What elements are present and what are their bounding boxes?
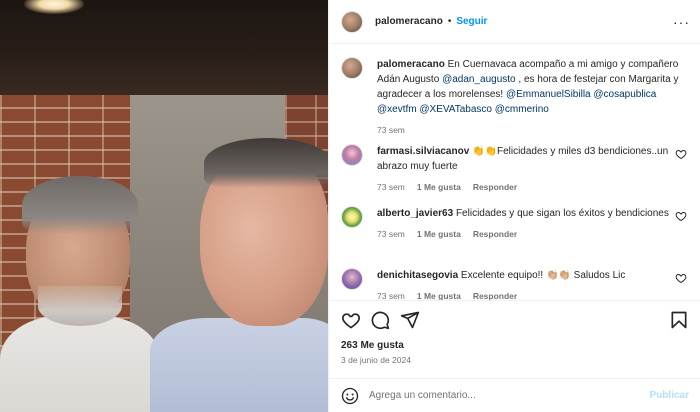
mention-link[interactable]: @cosapublica bbox=[593, 89, 656, 100]
instagram-post: palomeracano • Seguir ··· palomeracano E… bbox=[0, 0, 700, 412]
photo-person-left-beard bbox=[38, 286, 122, 326]
comment-body: farmasi.silviacanov 👏👏Felicidades y mile… bbox=[377, 144, 677, 195]
comment-likes[interactable]: 1 Me gusta bbox=[417, 227, 461, 242]
header-separator: • bbox=[447, 16, 452, 27]
commenter-avatar[interactable] bbox=[341, 144, 363, 166]
mention-link[interactable]: @adan_augusto bbox=[442, 74, 516, 85]
photo-person-left-body bbox=[0, 315, 160, 412]
author-username[interactable]: palomeracano bbox=[375, 16, 443, 27]
comment-like-heart-icon[interactable] bbox=[675, 272, 687, 284]
comment-input[interactable] bbox=[369, 390, 650, 401]
comment-body: alberto_javier63 Felicidades y que sigan… bbox=[377, 206, 677, 242]
caption-author-avatar[interactable] bbox=[341, 57, 363, 79]
photo-person-right-body bbox=[150, 318, 328, 412]
photo-person-right-hair bbox=[204, 138, 328, 188]
caption-body: palomeracano En Cuernavaca acompaño a mi… bbox=[377, 57, 687, 138]
comment-item: alberto_javier63 Felicidades y que sigan… bbox=[341, 206, 687, 242]
reply-button[interactable]: Responder bbox=[473, 227, 517, 242]
publish-button[interactable]: Publicar bbox=[650, 390, 689, 401]
comments-section[interactable]: palomeracano En Cuernavaca acompaño a mi… bbox=[329, 45, 700, 300]
comment-likes[interactable]: 1 Me gusta bbox=[417, 289, 461, 300]
comment-item: farmasi.silviacanov 👏👏Felicidades y mile… bbox=[341, 144, 687, 195]
emoji-icon[interactable] bbox=[341, 387, 359, 405]
comment-like-heart-icon[interactable] bbox=[675, 210, 687, 222]
likes-count[interactable]: 263 Me gusta bbox=[341, 340, 404, 351]
mention-link[interactable]: @cmmerino bbox=[495, 104, 549, 115]
photo-ceiling bbox=[0, 0, 328, 100]
reply-button[interactable]: Responder bbox=[473, 180, 517, 195]
more-options-icon[interactable]: ··· bbox=[673, 14, 690, 30]
commenter-username[interactable]: alberto_javier63 bbox=[377, 208, 453, 219]
post-photo[interactable] bbox=[0, 0, 328, 412]
mention-link[interactable]: @XEVATabasco bbox=[419, 104, 492, 115]
follow-button[interactable]: Seguir bbox=[456, 16, 487, 27]
bookmark-icon[interactable] bbox=[669, 310, 689, 330]
author-avatar[interactable] bbox=[341, 10, 363, 33]
mention-link[interactable]: @xevtfm bbox=[377, 104, 417, 115]
comment-age[interactable]: 73 sem bbox=[377, 180, 405, 195]
post-header: palomeracano • Seguir ··· bbox=[329, 0, 700, 44]
post-actions-bar bbox=[329, 300, 700, 338]
post-date[interactable]: 3 de junio de 2024 bbox=[341, 355, 411, 365]
caption-age[interactable]: 73 sem bbox=[377, 123, 405, 138]
caption-meta: 73 sem bbox=[377, 123, 687, 138]
commenter-username[interactable]: denichitasegovia bbox=[377, 270, 458, 281]
commenter-avatar[interactable] bbox=[341, 206, 363, 228]
comment-item: denichitasegovia Excelente equipo!! 👏🏼👏🏼… bbox=[341, 268, 687, 300]
comment-meta: 73 sem 1 Me gusta Responder bbox=[377, 227, 677, 242]
commenter-username[interactable]: farmasi.silviacanov bbox=[377, 146, 469, 157]
caption-username[interactable]: palomeracano bbox=[377, 59, 445, 70]
photo-person-left-hair bbox=[22, 176, 138, 234]
comment-body: denichitasegovia Excelente equipo!! 👏🏼👏🏼… bbox=[377, 268, 677, 300]
add-comment-bar: Publicar bbox=[329, 378, 700, 412]
reply-button[interactable]: Responder bbox=[473, 289, 517, 300]
share-icon[interactable] bbox=[400, 310, 420, 330]
comment-icon[interactable] bbox=[370, 310, 390, 330]
mention-link[interactable]: @EmmanuelSibilla bbox=[506, 89, 591, 100]
comment-age[interactable]: 73 sem bbox=[377, 289, 405, 300]
comment-like-heart-icon[interactable] bbox=[675, 148, 687, 160]
comment-meta: 73 sem 1 Me gusta Responder bbox=[377, 289, 677, 300]
post-side-panel: palomeracano • Seguir ··· palomeracano E… bbox=[328, 0, 700, 412]
heart-icon[interactable] bbox=[341, 310, 361, 330]
comment-text: Excelente equipo!! 👏🏼👏🏼 Saludos Lic bbox=[458, 270, 626, 281]
comment-likes[interactable]: 1 Me gusta bbox=[417, 180, 461, 195]
comment-text: Felicidades y que sigan los éxitos y ben… bbox=[453, 208, 669, 219]
post-caption: palomeracano En Cuernavaca acompaño a mi… bbox=[341, 57, 687, 138]
comment-age[interactable]: 73 sem bbox=[377, 227, 405, 242]
commenter-avatar[interactable] bbox=[341, 268, 363, 290]
comment-meta: 73 sem 1 Me gusta Responder bbox=[377, 180, 677, 195]
